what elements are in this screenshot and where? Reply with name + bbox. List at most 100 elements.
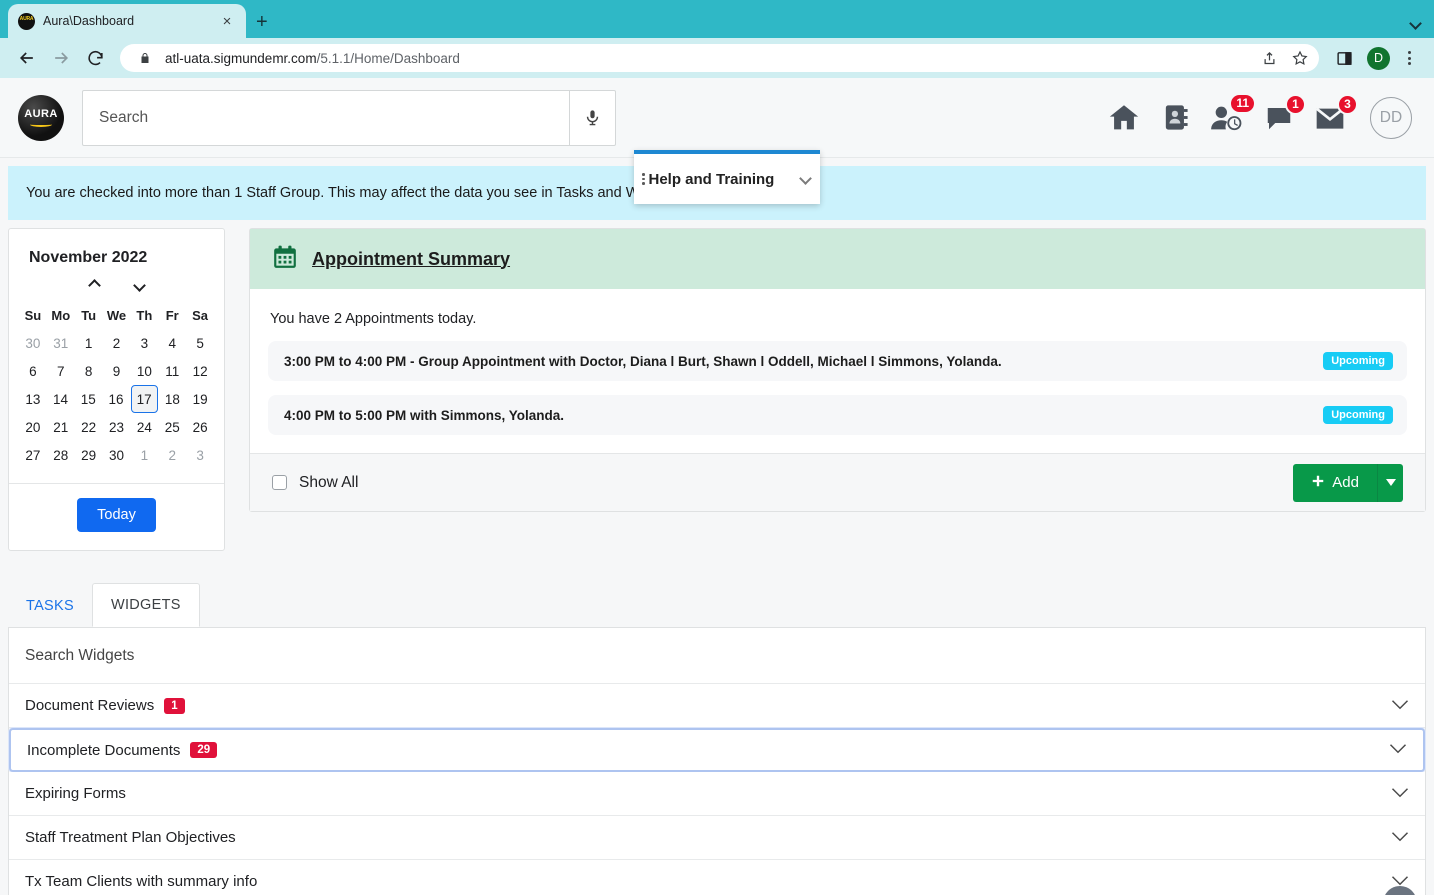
calendar-day[interactable]: 9 [104, 357, 130, 385]
tab-widgets[interactable]: WIDGETS [91, 583, 200, 627]
appointment-summary-title[interactable]: Appointment Summary [312, 249, 510, 270]
chevron-down-icon[interactable] [1389, 741, 1407, 759]
browser-tab[interactable]: Aura\Dashboard × [8, 4, 246, 38]
home-icon[interactable] [1107, 101, 1141, 135]
calendar-weekday: Th [136, 307, 153, 323]
calendar-day[interactable]: 20 [20, 413, 46, 441]
calendar-weekday-row: Su Mo Tu We Th Fr Sa [19, 301, 214, 329]
calendar-weekday: Su [24, 307, 42, 323]
calendar-day[interactable]: 24 [131, 413, 157, 441]
chevron-down-icon[interactable] [799, 170, 812, 188]
person-clock-icon[interactable]: 11 [1210, 92, 1256, 134]
calendar-day[interactable]: 15 [75, 385, 101, 413]
browser-menu-icon[interactable] [1396, 45, 1422, 71]
widget-row[interactable]: Expiring Forms [9, 772, 1425, 816]
calendar-day[interactable]: 30 [104, 441, 130, 469]
calendar-day[interactable]: 30 [20, 329, 46, 357]
search-input[interactable] [83, 90, 569, 145]
calendar-day[interactable]: 31 [48, 329, 74, 357]
calendar-day[interactable]: 18 [160, 385, 186, 413]
calendar-day[interactable]: 14 [48, 385, 74, 413]
calendar-day[interactable]: 16 [103, 385, 129, 413]
calendar-day[interactable]: 22 [76, 413, 102, 441]
calendar-day-selected[interactable]: 17 [130, 385, 158, 413]
calendar-nav [9, 267, 224, 301]
main-content: November 2022 Su Mo Tu We Th Fr Sa 30 31 1 2 3 4 5 6 7… [0, 228, 1434, 551]
calendar-day[interactable]: 25 [159, 413, 185, 441]
calendar-day[interactable]: 6 [20, 357, 46, 385]
app-header: AURA Help and Training [0, 78, 1434, 204]
avatar[interactable]: DD [1370, 96, 1412, 139]
calendar-day[interactable]: 10 [131, 357, 157, 385]
calendar-day[interactable]: 23 [104, 413, 130, 441]
envelope-icon[interactable]: 3 [1314, 93, 1358, 133]
calendar-day[interactable]: 1 [131, 441, 157, 469]
reload-icon[interactable] [80, 43, 110, 73]
calendar-day[interactable]: 28 [48, 441, 74, 469]
back-icon[interactable] [12, 43, 42, 73]
global-search [82, 89, 616, 146]
calendar-day[interactable]: 19 [187, 385, 213, 413]
calendar-day[interactable]: 2 [159, 441, 185, 469]
add-button[interactable]: Add [1293, 463, 1377, 502]
calendar-week-row: 27 28 29 30 1 2 3 [19, 441, 214, 469]
calendar-day[interactable]: 29 [76, 441, 102, 469]
share-icon[interactable] [1258, 47, 1280, 69]
plus-icon [1311, 474, 1325, 492]
widget-search-input[interactable] [25, 646, 1409, 665]
calendar-day[interactable]: 1 [76, 329, 102, 357]
calendar-weekday: Mo [51, 307, 71, 323]
calendar-week-row: 30 31 1 2 3 4 5 [19, 329, 214, 357]
calendar-day[interactable]: 26 [187, 413, 213, 441]
appointment-row[interactable]: 3:00 PM to 4:00 PM - Group Appointment w… [268, 341, 1407, 381]
chat-bubble-icon[interactable]: 1 [1264, 93, 1306, 133]
calendar-day[interactable]: 2 [104, 329, 130, 357]
close-icon[interactable]: × [218, 14, 236, 29]
today-button[interactable]: Today [77, 498, 156, 532]
tab-tasks[interactable]: TASKS [8, 585, 92, 627]
calendar-day[interactable]: 11 [159, 357, 185, 385]
widget-row[interactable]: Incomplete Documents 29 [9, 728, 1425, 772]
calendar-day[interactable]: 27 [20, 441, 46, 469]
show-all-label: Show All [299, 473, 359, 491]
chevron-down-icon[interactable] [1409, 16, 1422, 31]
show-all-checkbox[interactable]: Show All [272, 474, 358, 492]
widget-row-label: Incomplete Documents [27, 741, 181, 759]
calendar-day[interactable]: 13 [20, 385, 46, 413]
calendar-day[interactable]: 3 [131, 329, 157, 357]
widget-row[interactable]: Staff Treatment Plan Objectives [9, 816, 1425, 860]
calendar-day[interactable]: 7 [48, 357, 74, 385]
widget-count-badge: 1 [164, 697, 185, 714]
calendar-day[interactable]: 21 [48, 413, 74, 441]
aura-logo[interactable]: AURA [18, 94, 64, 141]
aura-logo-text: AURA [24, 107, 58, 120]
chevron-up-icon[interactable] [87, 277, 101, 295]
calendar-day[interactable]: 4 [159, 329, 185, 357]
widget-row[interactable]: Document Reviews 1 [9, 684, 1425, 728]
widget-row[interactable]: Tx Team Clients with summary info [9, 860, 1425, 895]
chevron-down-icon[interactable] [1391, 785, 1409, 803]
side-panel-icon[interactable] [1331, 45, 1357, 71]
checkbox-box[interactable] [272, 475, 287, 490]
bookmark-star-icon[interactable] [1289, 47, 1311, 69]
browser-toolbar: atl-uata.sigmundemr.com/5.1.1/Home/Dashb… [0, 38, 1434, 78]
help-and-training-dropdown[interactable]: Help and Training [634, 150, 820, 204]
appointment-row[interactable]: 4:00 PM to 5:00 PM with Simmons, Yolanda… [268, 395, 1407, 435]
address-book-icon[interactable] [1161, 103, 1190, 132]
header-icon-group: 11 1 3 DD [1107, 92, 1416, 139]
url-text: atl-uata.sigmundemr.com/5.1.1/Home/Dashb… [165, 51, 460, 66]
url-host: atl-uata.sigmundemr.com [165, 50, 317, 66]
calendar-day[interactable]: 8 [76, 357, 102, 385]
forward-icon[interactable] [46, 43, 76, 73]
calendar-day[interactable]: 5 [187, 329, 213, 357]
chevron-down-icon[interactable] [132, 277, 146, 295]
address-bar[interactable]: atl-uata.sigmundemr.com/5.1.1/Home/Dashb… [120, 44, 1319, 72]
calendar-day[interactable]: 12 [187, 357, 213, 385]
new-tab-icon[interactable]: + [256, 11, 268, 34]
chevron-down-icon[interactable] [1391, 829, 1409, 847]
add-dropdown-toggle[interactable] [1377, 463, 1403, 502]
chevron-down-icon[interactable] [1391, 697, 1409, 715]
microphone-icon[interactable] [569, 90, 615, 145]
browser-profile-avatar[interactable]: D [1367, 46, 1390, 70]
calendar-day[interactable]: 3 [187, 441, 213, 469]
